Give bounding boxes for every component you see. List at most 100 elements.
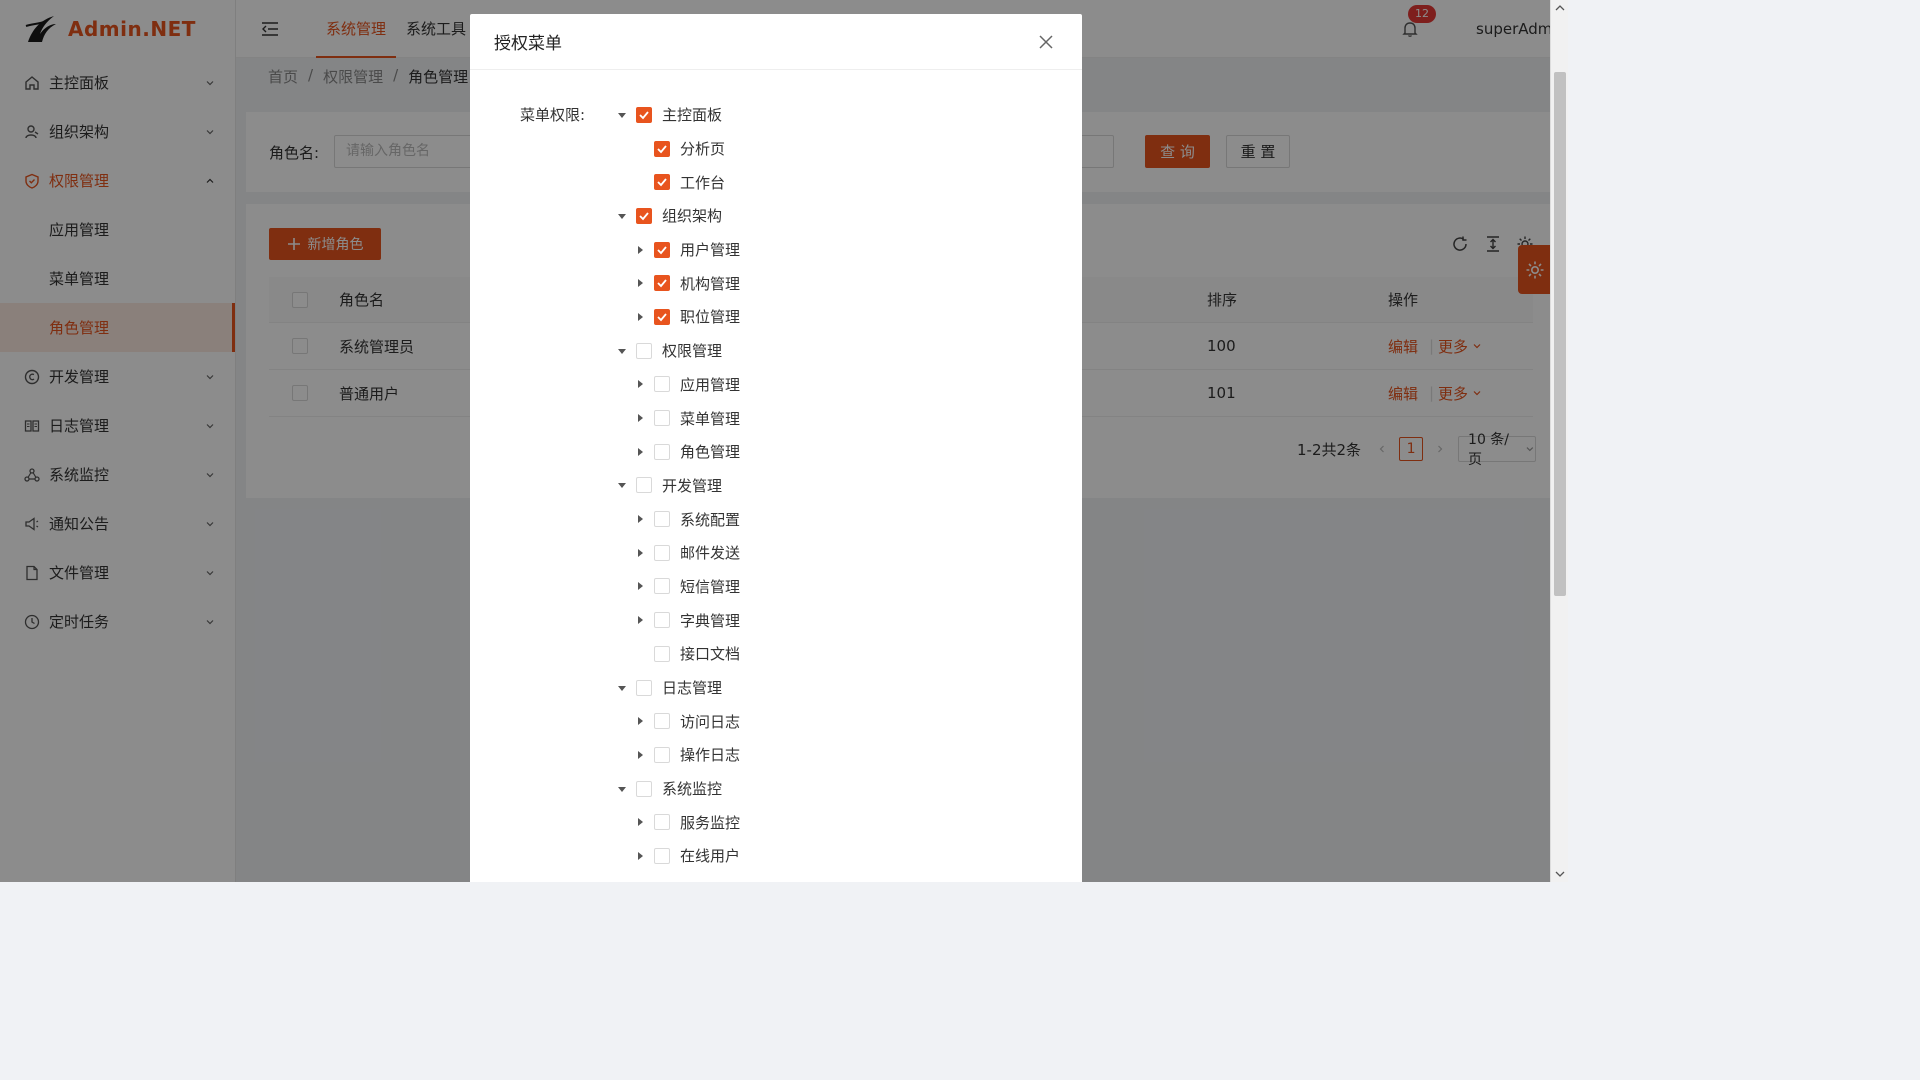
tree-checkbox[interactable] — [636, 679, 652, 696]
tree-checkbox[interactable] — [654, 814, 670, 831]
scroll-down-icon[interactable] — [1555, 870, 1565, 878]
tree-node-label: 应用管理 — [680, 375, 741, 394]
tree-node-label: 接口文档 — [680, 645, 741, 664]
tree-node-label: 机构管理 — [680, 274, 741, 293]
tree-node-label: 职位管理 — [680, 308, 741, 327]
caret-right-icon[interactable] — [632, 814, 648, 830]
tree-node[interactable]: 日志管理 — [614, 671, 740, 705]
tree-node-label: 系统配置 — [680, 510, 741, 529]
tree-node[interactable]: 开发管理 — [614, 469, 740, 503]
tree-checkbox[interactable] — [636, 477, 652, 494]
caret-right-icon[interactable] — [632, 275, 648, 291]
tree-checkbox[interactable] — [654, 645, 670, 662]
caret-down-icon[interactable] — [614, 680, 630, 696]
caret-down-icon[interactable] — [614, 477, 630, 493]
tree-node[interactable]: 分析页 — [614, 132, 740, 166]
tree-node[interactable]: 用户管理 — [614, 233, 740, 267]
caret-right-icon[interactable] — [632, 747, 648, 763]
tree-checkbox[interactable] — [636, 780, 652, 797]
tree-checkbox[interactable] — [654, 308, 670, 325]
tree-checkbox[interactable] — [654, 241, 670, 258]
tree-checkbox[interactable] — [654, 578, 670, 595]
menu-permission-tree: 主控面板分析页 工作台组织架构用户管理机构管理职位管理权限管理应用管理菜单管理角色… — [614, 98, 740, 873]
tree-node-label: 权限管理 — [662, 342, 723, 361]
caret-right-icon[interactable] — [632, 376, 648, 392]
tree-node-label: 在线用户 — [680, 847, 741, 866]
tree-node[interactable]: 接口文档 — [614, 637, 740, 671]
tree-node[interactable]: 在线用户 — [614, 839, 740, 873]
caret-down-icon[interactable] — [614, 208, 630, 224]
tree-checkbox[interactable] — [654, 376, 670, 393]
caret-down-icon[interactable] — [614, 781, 630, 797]
check-icon — [657, 144, 667, 153]
tree-node[interactable]: 短信管理 — [614, 570, 740, 604]
tree-checkbox[interactable] — [654, 174, 670, 191]
tree-node[interactable]: 主控面板 — [614, 98, 740, 132]
caret-right-icon[interactable] — [632, 848, 648, 864]
tree-switcher-spacer — [632, 141, 648, 157]
tree-checkbox[interactable] — [636, 342, 652, 359]
scroll-up-icon[interactable] — [1555, 4, 1565, 12]
tree-node-label: 邮件发送 — [680, 544, 741, 563]
tree-node[interactable]: 组织架构 — [614, 199, 740, 233]
caret-right-icon[interactable] — [632, 444, 648, 460]
tree-node[interactable]: 职位管理 — [614, 300, 740, 334]
caret-right-icon[interactable] — [632, 309, 648, 325]
check-icon — [657, 178, 667, 187]
tree-node-label: 用户管理 — [680, 241, 741, 260]
caret-right-icon[interactable] — [632, 511, 648, 527]
tree-node-label: 主控面板 — [662, 106, 723, 125]
tree-node[interactable]: 工作台 — [614, 165, 740, 199]
tree-node-label: 菜单管理 — [680, 409, 741, 428]
tree-checkbox[interactable] — [654, 410, 670, 427]
tree-switcher-spacer — [632, 174, 648, 190]
tree-node-label: 访问日志 — [680, 712, 741, 731]
tree-checkbox[interactable] — [654, 140, 670, 157]
modal-title: 授权菜单 — [494, 34, 562, 54]
tree-node[interactable]: 应用管理 — [614, 368, 740, 402]
page-scrollbar[interactable] — [1550, 0, 1568, 882]
tree-node-label: 开发管理 — [662, 476, 723, 495]
tree-checkbox[interactable] — [636, 106, 652, 123]
tree-node[interactable]: 邮件发送 — [614, 536, 740, 570]
tree-checkbox[interactable] — [654, 847, 670, 864]
tree-checkbox[interactable] — [654, 511, 670, 528]
tree-node[interactable]: 操作日志 — [614, 738, 740, 772]
tree-node[interactable]: 菜单管理 — [614, 401, 740, 435]
tree-checkbox[interactable] — [654, 275, 670, 292]
check-icon — [639, 212, 649, 221]
tree-node[interactable]: 字典管理 — [614, 603, 740, 637]
tree-node-label: 组织架构 — [662, 207, 723, 226]
tree-node-label: 系统监控 — [662, 780, 723, 799]
tree-node[interactable]: 访问日志 — [614, 704, 740, 738]
tree-checkbox[interactable] — [636, 207, 652, 224]
caret-right-icon[interactable] — [632, 578, 648, 594]
tree-node[interactable]: 角色管理 — [614, 435, 740, 469]
tree-checkbox[interactable] — [654, 443, 670, 460]
caret-right-icon[interactable] — [632, 545, 648, 561]
caret-right-icon[interactable] — [632, 612, 648, 628]
caret-right-icon[interactable] — [632, 242, 648, 258]
tree-switcher-spacer — [632, 646, 648, 662]
tree-node[interactable]: 服务监控 — [614, 805, 740, 839]
tree-node[interactable]: 机构管理 — [614, 266, 740, 300]
tree-checkbox[interactable] — [654, 713, 670, 730]
tree-node[interactable]: 系统配置 — [614, 502, 740, 536]
tree-node[interactable]: 权限管理 — [614, 334, 740, 368]
caret-down-icon[interactable] — [614, 343, 630, 359]
caret-right-icon[interactable] — [632, 713, 648, 729]
tree-checkbox[interactable] — [654, 544, 670, 561]
menu-permission-label: 菜单权限: — [520, 106, 586, 124]
caret-right-icon[interactable] — [632, 410, 648, 426]
caret-down-icon[interactable] — [614, 107, 630, 123]
close-icon[interactable] — [1038, 34, 1054, 50]
check-icon — [657, 313, 667, 322]
tree-node-label: 短信管理 — [680, 577, 741, 596]
tree-node[interactable]: 系统监控 — [614, 772, 740, 806]
tree-node-label: 服务监控 — [680, 813, 741, 832]
check-icon — [657, 246, 667, 254]
scroll-thumb[interactable] — [1554, 72, 1566, 596]
check-icon — [657, 279, 667, 288]
tree-checkbox[interactable] — [654, 746, 670, 763]
tree-checkbox[interactable] — [654, 612, 670, 629]
